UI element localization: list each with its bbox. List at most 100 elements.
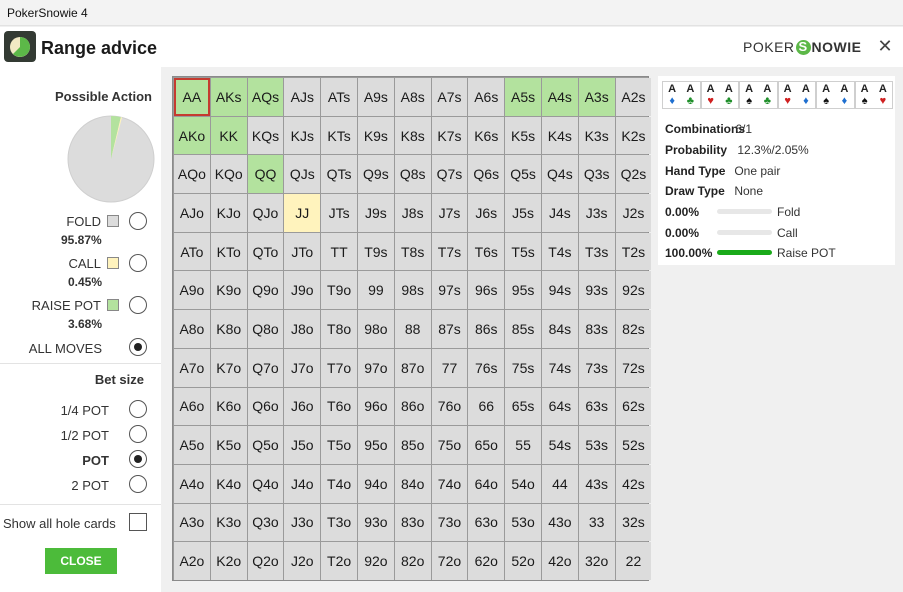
hand-cell-k5s[interactable]: K5s	[505, 116, 541, 155]
hand-cell-q5s[interactable]: Q5s	[505, 155, 541, 194]
hand-cell-t7o[interactable]: T7o	[321, 348, 357, 387]
hand-cell-97s[interactable]: 97s	[431, 271, 468, 310]
hand-cell-66[interactable]: 66	[468, 387, 505, 426]
hand-cell-aks[interactable]: AKs	[210, 78, 247, 116]
hand-cell-k7s[interactable]: K7s	[431, 116, 468, 155]
hand-cell-t8o[interactable]: T8o	[321, 310, 357, 348]
hand-cell-43o[interactable]: 43o	[541, 503, 578, 542]
hand-cell-j5s[interactable]: J5s	[505, 194, 541, 232]
hand-cell-83o[interactable]: 83o	[394, 503, 431, 542]
hand-cell-53s[interactable]: 53s	[578, 426, 615, 464]
hand-cell-aa[interactable]: AA	[174, 78, 210, 116]
hand-cell-a8o[interactable]: A8o	[174, 310, 210, 348]
hand-cell-63o[interactable]: 63o	[468, 503, 505, 542]
hand-cell-k4s[interactable]: K4s	[541, 116, 578, 155]
hand-cell-ajs[interactable]: AJs	[284, 78, 321, 116]
hand-cell-ato[interactable]: ATo	[174, 232, 210, 271]
hand-cell-k2o[interactable]: K2o	[210, 542, 247, 580]
hand-cell-94o[interactable]: 94o	[357, 464, 394, 503]
hand-cell-t2o[interactable]: T2o	[321, 542, 357, 580]
hand-cell-q7s[interactable]: Q7s	[431, 155, 468, 194]
hand-cell-t3s[interactable]: T3s	[578, 232, 615, 271]
hand-cell-q9s[interactable]: Q9s	[357, 155, 394, 194]
hand-cell-a3o[interactable]: A3o	[174, 503, 210, 542]
show-all-hole-cards-checkbox[interactable]	[129, 513, 147, 531]
hand-cell-qq[interactable]: QQ	[247, 155, 284, 194]
hand-cell-ako[interactable]: AKo	[174, 116, 210, 155]
hand-cell-kts[interactable]: KTs	[321, 116, 357, 155]
hand-cell-k6o[interactable]: K6o	[210, 387, 247, 426]
hand-cell-62o[interactable]: 62o	[468, 542, 505, 580]
hand-cell-qjo[interactable]: QJo	[247, 194, 284, 232]
hand-cell-98s[interactable]: 98s	[394, 271, 431, 310]
hand-cell-97o[interactable]: 97o	[357, 348, 394, 387]
hand-cell-q3s[interactable]: Q3s	[578, 155, 615, 194]
hand-cell-63s[interactable]: 63s	[578, 387, 615, 426]
raise-radio[interactable]	[129, 296, 147, 314]
hand-cell-88[interactable]: 88	[394, 310, 431, 348]
hand-cell-t8s[interactable]: T8s	[394, 232, 431, 271]
hand-cell-qjs[interactable]: QJs	[284, 155, 321, 194]
hand-cell-93o[interactable]: 93o	[357, 503, 394, 542]
hand-cell-j6o[interactable]: J6o	[284, 387, 321, 426]
hand-cell-53o[interactable]: 53o	[505, 503, 541, 542]
hand-cell-a3s[interactable]: A3s	[578, 78, 615, 116]
hand-cell-a4o[interactable]: A4o	[174, 464, 210, 503]
hand-cell-a2o[interactable]: A2o	[174, 542, 210, 580]
hand-cell-a4s[interactable]: A4s	[541, 78, 578, 116]
combo-card-pair[interactable]: A ♥ A ♦	[777, 81, 816, 109]
hand-cell-93s[interactable]: 93s	[578, 271, 615, 310]
hand-cell-t9o[interactable]: T9o	[321, 271, 357, 310]
hand-cell-kqs[interactable]: KQs	[247, 116, 284, 155]
hand-cell-k9o[interactable]: K9o	[210, 271, 247, 310]
hand-cell-jts[interactable]: JTs	[321, 194, 357, 232]
hand-cell-j9s[interactable]: J9s	[357, 194, 394, 232]
hand-cell-t3o[interactable]: T3o	[321, 503, 357, 542]
hand-cell-j6s[interactable]: J6s	[468, 194, 505, 232]
hand-cell-ajo[interactable]: AJo	[174, 194, 210, 232]
hand-cell-kto[interactable]: KTo	[210, 232, 247, 271]
hand-cell-82o[interactable]: 82o	[394, 542, 431, 580]
hand-cell-k2s[interactable]: K2s	[615, 116, 652, 155]
hand-cell-tt[interactable]: TT	[321, 232, 357, 271]
hand-cell-95o[interactable]: 95o	[357, 426, 394, 464]
hand-cell-t6o[interactable]: T6o	[321, 387, 357, 426]
combo-card-pair[interactable]: A ♥ A ♣	[700, 81, 739, 109]
hand-cell-a9s[interactable]: A9s	[357, 78, 394, 116]
hand-cell-t4s[interactable]: T4s	[541, 232, 578, 271]
hand-cell-76s[interactable]: 76s	[468, 348, 505, 387]
hand-cell-a6s[interactable]: A6s	[468, 78, 505, 116]
hand-cell-92o[interactable]: 92o	[357, 542, 394, 580]
hand-cell-76o[interactable]: 76o	[431, 387, 468, 426]
hand-cell-t7s[interactable]: T7s	[431, 232, 468, 271]
hand-cell-ats[interactable]: ATs	[321, 78, 357, 116]
hand-cell-j8o[interactable]: J8o	[284, 310, 321, 348]
hand-cell-86o[interactable]: 86o	[394, 387, 431, 426]
hand-cell-85s[interactable]: 85s	[505, 310, 541, 348]
hand-cell-92s[interactable]: 92s	[615, 271, 652, 310]
hand-cell-95s[interactable]: 95s	[505, 271, 541, 310]
hand-cell-j2o[interactable]: J2o	[284, 542, 321, 580]
hand-cell-qts[interactable]: QTs	[321, 155, 357, 194]
hand-cell-k9s[interactable]: K9s	[357, 116, 394, 155]
hand-cell-j7s[interactable]: J7s	[431, 194, 468, 232]
hand-cell-kk[interactable]: KK	[210, 116, 247, 155]
hand-cell-83s[interactable]: 83s	[578, 310, 615, 348]
hand-cell-k6s[interactable]: K6s	[468, 116, 505, 155]
hand-cell-44[interactable]: 44	[541, 464, 578, 503]
hand-cell-74s[interactable]: 74s	[541, 348, 578, 387]
call-radio[interactable]	[129, 254, 147, 272]
hand-cell-86s[interactable]: 86s	[468, 310, 505, 348]
hand-cell-kjo[interactable]: KJo	[210, 194, 247, 232]
hand-cell-t9s[interactable]: T9s	[357, 232, 394, 271]
hand-cell-q6o[interactable]: Q6o	[247, 387, 284, 426]
hand-cell-a8s[interactable]: A8s	[394, 78, 431, 116]
hand-cell-k7o[interactable]: K7o	[210, 348, 247, 387]
hand-cell-72o[interactable]: 72o	[431, 542, 468, 580]
hand-cell-62s[interactable]: 62s	[615, 387, 652, 426]
hand-cell-qto[interactable]: QTo	[247, 232, 284, 271]
hand-cell-t6s[interactable]: T6s	[468, 232, 505, 271]
hand-cell-54s[interactable]: 54s	[541, 426, 578, 464]
hand-cell-43s[interactable]: 43s	[578, 464, 615, 503]
hand-cell-64o[interactable]: 64o	[468, 464, 505, 503]
